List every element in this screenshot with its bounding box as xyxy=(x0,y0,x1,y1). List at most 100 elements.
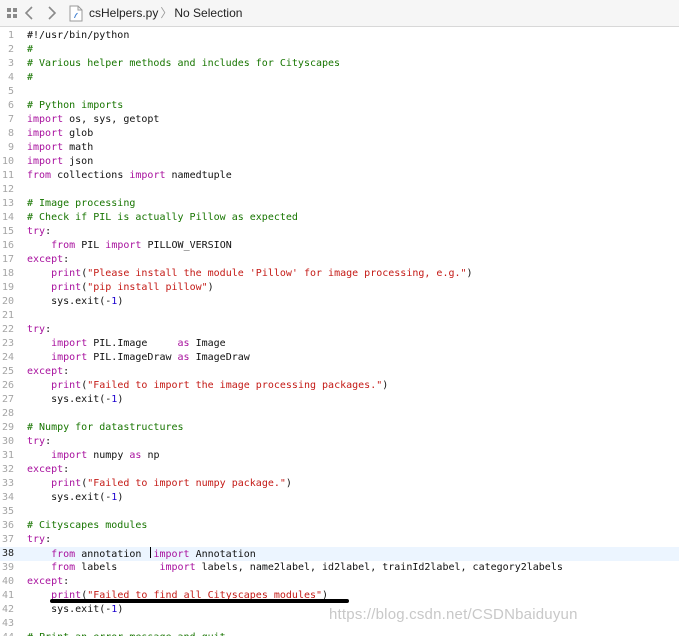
code-line[interactable]: 13 # Image processing xyxy=(0,197,679,211)
code-text[interactable]: # xyxy=(27,71,33,85)
code-text[interactable]: print("pip install pillow") xyxy=(27,281,214,295)
code-text[interactable]: sys.exit(-1) xyxy=(27,603,123,617)
code-line[interactable]: 9 import math xyxy=(0,141,679,155)
code-line[interactable]: 2 # xyxy=(0,43,679,57)
line-number: 44 xyxy=(0,631,14,636)
code-text[interactable]: # Numpy for datastructures xyxy=(27,421,184,435)
code-line[interactable]: 3 # Various helper methods and includes f… xyxy=(0,57,679,71)
line-number: 4 xyxy=(7,72,14,83)
back-arrow-icon[interactable] xyxy=(21,4,39,22)
code-line[interactable]: 18 print("Please install the module 'Pil… xyxy=(0,267,679,281)
code-text[interactable]: import numpy as np xyxy=(27,449,159,463)
code-line[interactable]: 30 try: xyxy=(0,435,679,449)
code-text[interactable]: print("Please install the module 'Pillow… xyxy=(27,267,472,281)
code-text[interactable]: import os, sys, getopt xyxy=(27,113,159,127)
code-line[interactable]: 23 import PIL.Image as Image xyxy=(0,337,679,351)
code-line[interactable]: 31 import numpy as np xyxy=(0,449,679,463)
code-line[interactable]: 37 try: xyxy=(0,533,679,547)
code-text[interactable]: sys.exit(-1) xyxy=(27,491,123,505)
code-text[interactable]: try: xyxy=(27,533,51,547)
code-token: import xyxy=(159,562,196,573)
code-line[interactable]: 8 import glob xyxy=(0,127,679,141)
code-line[interactable]: 39 from labels import labels, name2label… xyxy=(0,561,679,575)
code-token: import xyxy=(51,352,88,363)
code-text[interactable]: sys.exit(-1) xyxy=(27,295,123,309)
code-text[interactable]: except: xyxy=(27,253,69,267)
code-text[interactable]: sys.exit(-1) xyxy=(27,393,123,407)
code-text[interactable]: # Image processing xyxy=(27,197,135,211)
code-text[interactable]: # Various helper methods and includes fo… xyxy=(27,57,340,71)
code-line[interactable]: 32 except: xyxy=(0,463,679,477)
code-line[interactable]: 16 from PIL import PILLOW_VERSION xyxy=(0,239,679,253)
code-text[interactable]: # Print an error message and quit xyxy=(27,631,226,636)
code-line[interactable]: 5 xyxy=(0,85,679,99)
code-line[interactable]: 4 # xyxy=(0,71,679,85)
breadcrumb-separator: 〉 xyxy=(160,6,173,20)
code-text[interactable]: except: xyxy=(27,463,69,477)
selection-label[interactable]: No Selection xyxy=(174,6,242,20)
code-line[interactable]: 14 # Check if PIL is actually Pillow as e… xyxy=(0,211,679,225)
code-line[interactable]: 26 print("Failed to import the image pro… xyxy=(0,379,679,393)
code-text[interactable]: #!/usr/bin/python xyxy=(27,29,129,43)
code-text[interactable]: from labels import labels, name2label, i… xyxy=(27,561,563,575)
line-number: 37 xyxy=(1,534,14,545)
code-line[interactable]: 21 xyxy=(0,309,679,323)
code-line[interactable]: 17 except: xyxy=(0,253,679,267)
code-token: from xyxy=(51,240,76,251)
code-line[interactable]: 29 # Numpy for datastructures xyxy=(0,421,679,435)
code-line[interactable]: 11 from collections import namedtuple xyxy=(0,169,679,183)
code-text[interactable]: try: xyxy=(27,435,51,449)
code-line[interactable]: 24 import PIL.ImageDraw as ImageDraw xyxy=(0,351,679,365)
code-line[interactable]: 28 xyxy=(0,407,679,421)
code-text[interactable]: # Cityscapes modules xyxy=(27,519,147,533)
grid-icon[interactable] xyxy=(4,4,22,22)
code-line[interactable]: 19 print("pip install pillow") xyxy=(0,281,679,295)
code-line[interactable]: 20 sys.exit(-1) xyxy=(0,295,679,309)
code-line[interactable]: 33 print("Failed to import numpy package… xyxy=(0,477,679,491)
code-token: try xyxy=(27,324,46,335)
code-text[interactable]: import PIL.Image as Image xyxy=(27,337,226,351)
code-line[interactable]: 1 #!/usr/bin/python xyxy=(0,29,679,43)
code-line[interactable]: 40 except: xyxy=(0,575,679,589)
code-text[interactable]: from PIL import PILLOW_VERSION xyxy=(27,239,232,253)
forward-arrow-icon[interactable] xyxy=(43,4,61,22)
code-line[interactable]: 7 import os, sys, getopt xyxy=(0,113,679,127)
code-line[interactable]: 10 import json xyxy=(0,155,679,169)
code-line[interactable]: 27 sys.exit(-1) xyxy=(0,393,679,407)
code-text[interactable]: print("Failed to import the image proces… xyxy=(27,379,388,393)
code-token: print xyxy=(51,380,82,391)
file-name[interactable]: csHelpers.py xyxy=(89,6,158,20)
code-text[interactable]: print("Failed to import numpy package.") xyxy=(27,477,292,491)
code-line[interactable]: 22 try: xyxy=(0,323,679,337)
line-number: 11 xyxy=(1,170,14,181)
code-text[interactable]: from collections import namedtuple xyxy=(27,169,232,183)
code-line[interactable]: 15 try: xyxy=(0,225,679,239)
code-text[interactable]: import glob xyxy=(27,127,93,141)
code-text[interactable]: except: xyxy=(27,575,69,589)
line-number: 8 xyxy=(7,128,14,139)
code-text[interactable]: # Check if PIL is actually Pillow as exp… xyxy=(27,211,298,225)
code-token: # xyxy=(27,44,34,55)
code-token: ) xyxy=(117,492,124,503)
code-text[interactable]: try: xyxy=(27,323,51,337)
code-line[interactable]: 44 # Print an error message and quit xyxy=(0,631,679,636)
code-line[interactable]: 35 xyxy=(0,505,679,519)
code-text[interactable]: import json xyxy=(27,155,93,169)
code-text[interactable]: # xyxy=(27,43,33,57)
code-line[interactable]: 6 # Python imports xyxy=(0,99,679,113)
jump-bar[interactable]: csHelpers.py 〉 No Selection xyxy=(89,5,242,21)
code-text[interactable]: import math xyxy=(27,141,93,155)
code-token: from xyxy=(51,562,76,573)
code-line[interactable]: 36 # Cityscapes modules xyxy=(0,519,679,533)
line-number: 21 xyxy=(1,310,14,321)
code-editor[interactable]: 1 #!/usr/bin/python 2 #3 # Various helper me… xyxy=(0,28,679,636)
code-text[interactable]: from annotation import Annotation xyxy=(27,547,256,562)
code-text[interactable]: except: xyxy=(27,365,69,379)
code-line[interactable]: 34 sys.exit(-1) xyxy=(0,491,679,505)
code-text[interactable]: try: xyxy=(27,225,51,239)
code-text[interactable]: # Python imports xyxy=(27,99,123,113)
code-line[interactable]: 12 xyxy=(0,183,679,197)
code-line[interactable]: 25 except: xyxy=(0,365,679,379)
code-text[interactable]: import PIL.ImageDraw as ImageDraw xyxy=(27,351,250,365)
code-line[interactable]: 38 from annotation import Annotation xyxy=(0,547,679,561)
